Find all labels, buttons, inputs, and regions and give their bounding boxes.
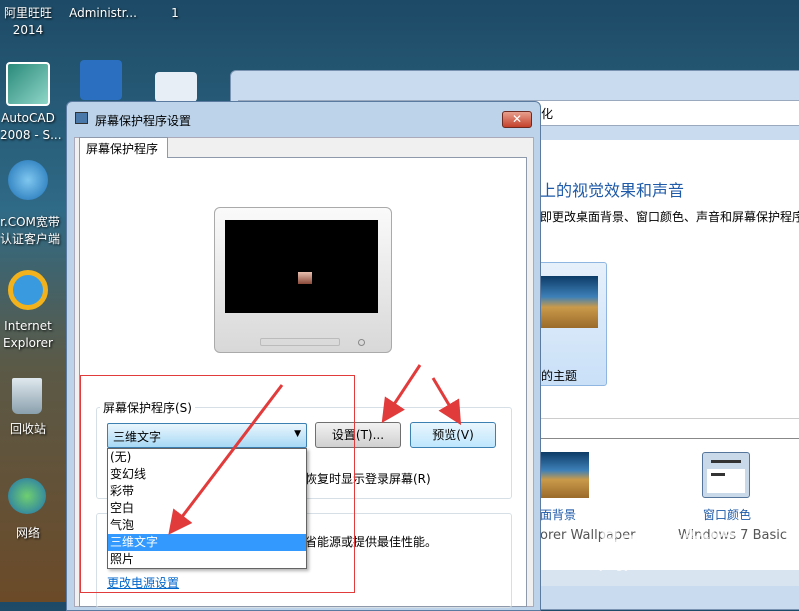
explorer-thumbnail-icon[interactable] bbox=[155, 72, 197, 102]
window-color-icon[interactable] bbox=[702, 452, 750, 498]
desktop-icon-aliwangwang[interactable]: 阿里旺旺 2014 bbox=[0, 5, 56, 39]
preview-screen bbox=[225, 220, 378, 313]
desktop-icon-ie[interactable]: Internet Explorer bbox=[0, 318, 56, 352]
option-photos[interactable]: 照片 bbox=[108, 551, 306, 568]
desktop-icon-autocad[interactable]: AutoCAD 2008 - S... bbox=[0, 110, 62, 144]
desktop-icon-administrator[interactable]: Administr... bbox=[68, 5, 138, 22]
option-3d-text[interactable]: 三维文字 bbox=[108, 534, 306, 551]
personalization-subtitle: 即更改桌面背景、窗口颜色、声音和屏幕保护程序 bbox=[540, 210, 799, 224]
chevron-down-icon: ▼ bbox=[294, 429, 301, 439]
desktop-background-thumbnail[interactable] bbox=[540, 452, 589, 498]
option-ribbons[interactable]: 彩带 bbox=[108, 483, 306, 500]
watermark: Baidu经验 jingyan.baidu.com bbox=[600, 526, 736, 572]
broadband-client-icon[interactable] bbox=[8, 160, 48, 200]
desktop-background-link[interactable]: 面背景 bbox=[540, 506, 576, 523]
desktop-icon-network[interactable]: 网络 bbox=[0, 525, 56, 542]
screensaver-app-icon bbox=[75, 112, 88, 124]
option-blank[interactable]: 空白 bbox=[108, 500, 306, 517]
screensaver-group-label: 屏幕保护程序(S) bbox=[100, 399, 195, 416]
desktop-icon-1[interactable]: 1 bbox=[165, 5, 185, 22]
theme-thumbnail bbox=[539, 276, 598, 328]
internet-explorer-icon[interactable] bbox=[8, 270, 48, 310]
autocad-icon[interactable] bbox=[6, 62, 50, 106]
theme-card[interactable]: 的主题 bbox=[538, 262, 607, 386]
screensaver-dropdown-list: (无) 变幻线 彩带 空白 气泡 三维文字 照片 bbox=[107, 448, 307, 569]
3d-text-preview-icon bbox=[298, 272, 312, 284]
dialog-title: 屏幕保护程序设置 bbox=[95, 114, 192, 128]
divider bbox=[540, 438, 799, 439]
close-button[interactable]: ✕ bbox=[502, 111, 532, 128]
tab-screensaver[interactable]: 屏幕保护程序 bbox=[79, 137, 168, 158]
personalization-heading: 上的视觉效果和声音 bbox=[540, 181, 685, 200]
preview-button[interactable]: 预览(V) bbox=[410, 422, 496, 448]
selected-value: 三维文字 bbox=[113, 430, 162, 444]
settings-button[interactable]: 设置(T)... bbox=[315, 422, 401, 448]
power-description: 省能源或提供最佳性能。 bbox=[305, 535, 438, 549]
resume-logon-checkbox-label[interactable]: 恢复时显示登录屏幕(R) bbox=[305, 470, 431, 487]
address-text: 化 bbox=[541, 107, 554, 121]
option-bubbles[interactable]: 气泡 bbox=[108, 517, 306, 534]
option-none[interactable]: (无) bbox=[108, 449, 306, 466]
option-mystify[interactable]: 变幻线 bbox=[108, 466, 306, 483]
app-icon[interactable] bbox=[80, 60, 122, 100]
divider bbox=[540, 418, 799, 419]
desktop-icon-broadband[interactable]: r.COM宽带 认证客户端 bbox=[0, 214, 64, 248]
recycle-bin-icon[interactable] bbox=[12, 378, 42, 414]
theme-label: 的主题 bbox=[541, 369, 578, 383]
network-icon[interactable] bbox=[8, 478, 46, 514]
desktop-icon-recycle-bin[interactable]: 回收站 bbox=[0, 421, 56, 438]
change-power-settings-link[interactable]: 更改电源设置 bbox=[107, 574, 179, 591]
screensaver-select[interactable]: 三维文字 ▼ bbox=[107, 423, 307, 448]
